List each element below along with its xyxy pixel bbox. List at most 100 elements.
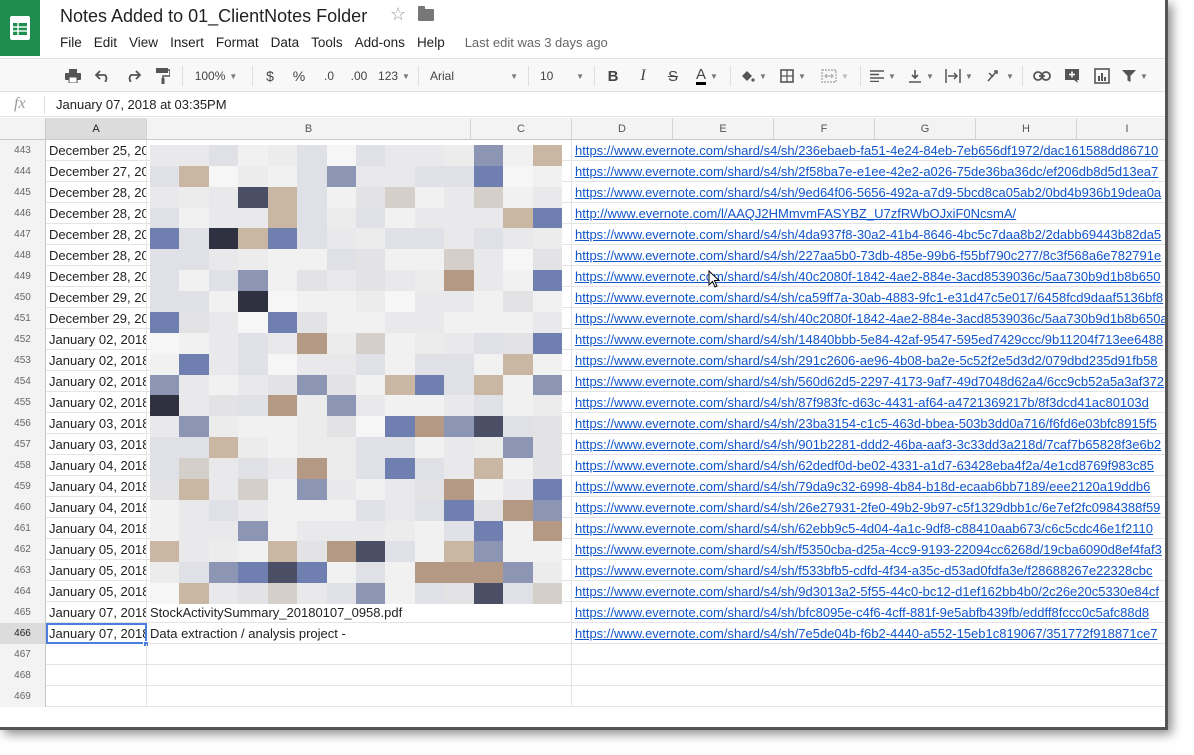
text-rotate-icon[interactable]: ▼ [982,66,1018,86]
cell-note-url[interactable]: https://www.evernote.com/shard/s4/sh/f53… [572,560,1165,581]
row-number[interactable]: 448 [0,245,46,266]
print-icon[interactable] [62,66,84,86]
cell-note-url[interactable]: https://www.evernote.com/shard/s4/sh/40c… [572,308,1165,329]
cell-note-url[interactable]: https://www.evernote.com/shard/s4/sh/ca5… [572,287,1165,308]
cell-note-url[interactable]: https://www.evernote.com/shard/s4/sh/9d3… [572,581,1165,602]
row-number[interactable]: 446 [0,203,46,224]
cell-note-url[interactable]: https://www.evernote.com/shard/s4/sh/7e5… [572,623,1165,644]
cell-date[interactable]: January 02, 2018 [46,329,147,350]
bold-button[interactable]: B [602,66,624,86]
cell-note-url[interactable]: https://www.evernote.com/shard/s4/sh/62d… [572,455,1165,476]
row-number[interactable]: 460 [0,497,46,518]
cell-note-url[interactable]: https://www.evernote.com/shard/s4/sh/f53… [572,539,1165,560]
cell-date[interactable]: January 04, 2018 [46,476,147,497]
column-header-d[interactable]: D [572,118,673,140]
cell-note-url[interactable]: https://www.evernote.com/shard/s4/sh/236… [572,140,1165,161]
row-number[interactable]: 462 [0,539,46,560]
column-header-i[interactable]: I [1077,118,1165,140]
row-number[interactable]: 456 [0,413,46,434]
cell-note-url[interactable] [572,686,1165,707]
cell-note-url[interactable] [572,644,1165,665]
star-icon[interactable]: ☆ [390,4,406,25]
menu-file[interactable]: File [54,35,88,50]
row-number[interactable]: 453 [0,350,46,371]
column-header-g[interactable]: G [875,118,976,140]
menu-view[interactable]: View [123,35,164,50]
row-number[interactable]: 445 [0,182,46,203]
cell-date[interactable]: January 05, 2018 [46,539,147,560]
select-all-corner[interactable] [0,118,46,140]
menu-tools[interactable]: Tools [305,35,349,50]
row-number[interactable]: 461 [0,518,46,539]
menu-insert[interactable]: Insert [164,35,210,50]
cell-note-title[interactable]: StockActivitySummary_20180107_0958.pdf [147,602,572,623]
cell-date[interactable]: January 07, 2018 [46,623,147,644]
cell-date[interactable]: December 29, 20 [46,287,147,308]
column-header-b[interactable]: B [147,118,471,140]
cell-date[interactable]: January 04, 2018 [46,455,147,476]
sheet-grid[interactable]: A B C D E F G H I 443 December 25, 20 http… [0,118,1165,727]
cell-date[interactable]: December 28, 20 [46,203,147,224]
column-header-e[interactable]: E [673,118,774,140]
zoom-select[interactable]: 100% ▼ [190,66,242,86]
cell-date[interactable] [46,644,147,665]
folder-icon[interactable] [418,6,434,21]
cell-note-url[interactable]: https://www.evernote.com/shard/s4/sh/40c… [572,266,1165,287]
menu-edit[interactable]: Edit [88,35,123,50]
undo-icon[interactable] [92,66,114,86]
cell-date[interactable]: January 04, 2018 [46,497,147,518]
cell-note-title[interactable] [147,686,572,707]
cell-note-url[interactable]: https://www.evernote.com/shard/s4/sh/291… [572,350,1165,371]
merge-icon[interactable]: ▼ [816,66,854,86]
cell-note-url[interactable]: https://www.evernote.com/shard/s4/sh/227… [572,245,1165,266]
cell-note-url[interactable]: https://www.evernote.com/shard/s4/sh/9ed… [572,182,1165,203]
column-header-c[interactable]: C [471,118,572,140]
cell-date[interactable]: December 29, 20 [46,308,147,329]
row-number[interactable]: 464 [0,581,46,602]
cell-note-url[interactable]: https://www.evernote.com/shard/s4/sh/26e… [572,497,1165,518]
cell-note-url[interactable]: http://www.evernote.com/l/AAQJ2HMmvmFASY… [572,203,1165,224]
row-number[interactable]: 450 [0,287,46,308]
menu-data[interactable]: Data [265,35,306,50]
cell-note-url[interactable]: https://www.evernote.com/shard/s4/sh/2f5… [572,161,1165,182]
font-select[interactable]: Arial ▼ [426,66,518,86]
text-wrap-icon[interactable]: ▼ [942,66,976,86]
cell-date[interactable]: January 02, 2018 [46,371,147,392]
cell-note-title[interactable]: Data extraction / analysis project - [147,623,572,644]
cell-note-url[interactable]: https://www.evernote.com/shard/s4/sh/901… [572,434,1165,455]
cell-note-url[interactable]: https://www.evernote.com/shard/s4/sh/87f… [572,392,1165,413]
row-number[interactable]: 443 [0,140,46,161]
row-number[interactable]: 463 [0,560,46,581]
cell-date[interactable]: January 03, 2018 [46,434,147,455]
cell-note-url[interactable]: https://www.evernote.com/shard/s4/sh/62e… [572,518,1165,539]
row-number[interactable]: 469 [0,686,46,707]
document-title[interactable]: Notes Added to 01_ClientNotes Folder [60,6,367,27]
menu-help[interactable]: Help [411,35,451,50]
sheets-logo-icon[interactable] [0,0,40,56]
row-number[interactable]: 467 [0,644,46,665]
cell-date[interactable]: January 05, 2018 [46,560,147,581]
cell-note-url[interactable]: https://www.evernote.com/shard/s4/sh/23b… [572,413,1165,434]
cell-date[interactable]: January 05, 2018 [46,581,147,602]
cell-date[interactable] [46,686,147,707]
cell-date[interactable]: December 25, 20 [46,140,147,161]
row-number[interactable]: 459 [0,476,46,497]
row-number[interactable]: 451 [0,308,46,329]
row-number[interactable]: 466 [0,623,46,644]
link-icon[interactable] [1030,66,1054,86]
cell-date[interactable]: December 28, 20 [46,266,147,287]
row-number[interactable]: 457 [0,434,46,455]
cell-date[interactable]: January 02, 2018 [46,350,147,371]
increase-decimal-button[interactable]: .00 [346,66,372,86]
cell-date[interactable] [46,665,147,686]
menu-addons[interactable]: Add-ons [349,35,411,50]
fill-color-icon[interactable]: ▼ [736,66,770,86]
align-left-icon[interactable]: ▼ [866,66,900,86]
text-color-button[interactable]: A ▼ [690,66,724,86]
redo-icon[interactable] [122,66,144,86]
cell-note-url[interactable]: https://www.evernote.com/shard/s4/sh/79d… [572,476,1165,497]
comment-icon[interactable] [1060,66,1084,86]
cell-date[interactable]: December 27, 20 [46,161,147,182]
cell-date[interactable]: January 02, 2018 [46,392,147,413]
cell-date[interactable]: January 07, 2018 [46,602,147,623]
